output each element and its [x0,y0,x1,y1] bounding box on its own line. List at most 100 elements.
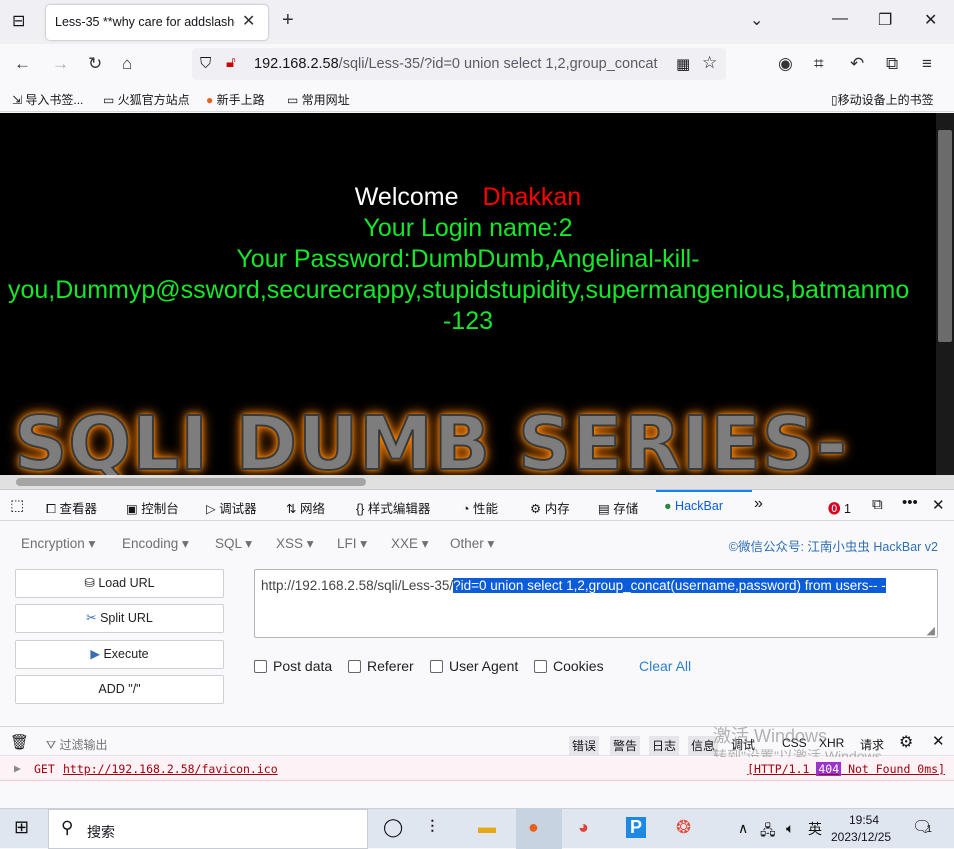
menu-lfi-label: LFI [337,536,357,551]
address-bar[interactable]: ⛉ 🔓︎ 192.168.2.58/sqli/Less-35/?id=0 uni… [192,48,726,80]
bookmark-firefox-site[interactable]: ▭ 火狐官方站点 [103,91,190,108]
clock-date[interactable]: 2023/12/25 [831,830,891,844]
qr-code-icon[interactable]: ▦ [676,55,690,73]
post-data-checkbox[interactable]: Post data [254,658,332,674]
tab-hackbar[interactable]: ● HackBar [656,490,752,521]
back-icon[interactable]: ← [14,54,31,74]
clock-time[interactable]: 19:54 [849,813,879,827]
referer-checkbox[interactable]: Referer [348,658,414,674]
windows-start-icon[interactable]: ⊞ [14,817,29,838]
tab-list-icon[interactable]: ⊟ [12,11,25,31]
play-icon: ▶ [90,647,100,661]
menu-encryption[interactable]: Encryption ▾ [21,536,95,552]
execute-button[interactable]: ▶ Execute [15,640,224,669]
level-errors[interactable]: 错误 [569,736,600,755]
menu-encoding[interactable]: Encoding ▾ [122,536,189,552]
home-icon[interactable]: ⌂ [122,54,132,74]
element-picker-icon[interactable]: ⬚ [10,496,24,514]
level-warnings[interactable]: 警告 [610,736,641,755]
load-url-button[interactable]: ⛁ Load URL [15,569,224,598]
hackbar-url-input[interactable]: http://192.168.2.58/sqli/Less-35/?id=0 u… [254,569,938,638]
console-error-row[interactable]: ▶ GET http://192.168.2.58/favicon.ico [H… [0,757,954,781]
clear-all-link[interactable]: Clear All [639,658,691,674]
hackbar-brand[interactable]: ©微信公众号: 江南小虫虫 HackBar v2 [729,536,938,555]
load-url-icon: ⛁ [84,576,95,590]
widgets-icon[interactable]: ⫶ [430,817,435,838]
show-hidden-icons[interactable]: ∧ [738,820,748,837]
firefox-taskbar-icon[interactable]: ● [516,809,562,849]
resize-handle-icon[interactable]: ◢ [927,624,935,637]
account-icon[interactable]: ◉ [778,54,793,74]
style-editor-icon: {} [356,502,365,516]
referer-label: Referer [367,658,414,674]
bookmark-getting-started[interactable]: ● 新手上路 [206,91,265,108]
bookmark-common-sites[interactable]: ▭ 常用网址 [287,91,350,108]
undo-icon[interactable]: ↶ [850,54,864,74]
tab-performance[interactable]: ◔ 性能 [462,498,498,517]
error-count-badge[interactable]: ⓿ 1 [828,498,851,517]
screenshot-icon[interactable]: ⌗ [814,54,824,74]
horizontal-scroll-thumb[interactable] [16,478,366,486]
tab-memory[interactable]: ⚙ 内存 [530,498,570,517]
bookmark-star-icon[interactable]: ☆ [702,53,717,73]
notification-icon[interactable]: 🗨︎1 [912,817,932,837]
cookies-checkbox[interactable]: Cookies [534,658,604,674]
dock-side-icon[interactable]: ⧉ [872,496,883,513]
cookies-box[interactable] [534,660,547,673]
p-app-icon[interactable]: P [626,817,647,838]
level-logs[interactable]: 日志 [649,736,680,755]
vertical-scroll-thumb[interactable] [938,130,952,342]
tab-inspector[interactable]: ⧠ 查看器 [46,498,97,517]
window-close-icon[interactable]: ✕ [924,10,937,30]
tab-hackbar-label: HackBar [675,499,723,513]
tab-style-editor[interactable]: {} 样式编辑器 [356,498,430,517]
more-tabs-icon[interactable]: » [754,495,763,513]
tab-close-icon[interactable]: ✕ [242,11,255,31]
user-agent-box[interactable] [430,660,443,673]
menu-lfi[interactable]: LFI ▾ [337,536,367,552]
user-agent-checkbox[interactable]: User Agent [430,658,518,674]
referer-box[interactable] [348,660,361,673]
task-view-icon[interactable]: ◯ [383,817,403,838]
colorful-app-icon[interactable]: ❂ [676,817,691,838]
extensions-icon[interactable]: ⧉ [886,54,898,74]
chrome-icon[interactable]: ◕ [578,817,589,838]
insecure-lock-icon[interactable]: 🔓︎ [226,54,236,71]
ime-indicator[interactable]: 英 [808,819,822,839]
bookmark-import[interactable]: ⇲ 导入书签... [12,91,83,108]
menu-xxe[interactable]: XXE ▾ [391,536,429,552]
menu-sql[interactable]: SQL ▾ [215,536,252,552]
expand-arrow-icon[interactable]: ▶ [14,761,21,775]
volume-icon[interactable]: 🔈︎ [786,820,794,837]
menu-other[interactable]: Other ▾ [450,536,494,552]
console-settings-icon[interactable]: ⚙ [899,732,913,752]
menu-icon[interactable]: ≡ [922,54,932,74]
reload-icon[interactable]: ↻ [88,54,102,74]
new-tab-icon[interactable]: + [282,9,294,32]
devtools-close-icon[interactable]: ✕ [932,496,945,514]
console-close-icon[interactable]: ✕ [932,732,945,750]
taskbar-search[interactable]: ⚲ 搜索 [48,809,368,849]
tab-console[interactable]: ▣ 控制台 [126,498,179,517]
error-status[interactable]: [HTTP/1.1 404 Not Found 0ms] [747,762,945,776]
tab-storage[interactable]: ▤ 存储 [598,498,638,517]
list-all-tabs-icon[interactable]: ⌄ [750,10,763,30]
restore-icon[interactable]: ❐ [878,10,892,30]
shield-icon[interactable]: ⛉ [200,55,211,72]
menu-xss[interactable]: XSS ▾ [276,536,314,552]
bookmark-mobile[interactable]: ▯移动设备上的书签 [831,91,934,108]
forward-icon[interactable]: → [52,54,69,74]
minimize-icon[interactable]: — [832,10,848,28]
tab-network[interactable]: ⇅ 网络 [286,498,325,517]
network-tray-icon[interactable]: 🖧︎ [760,820,776,844]
browser-tab[interactable]: Less-35 **why care for addslashe ✕ [46,5,268,40]
more-options-icon[interactable]: ••• [902,494,918,511]
trash-icon[interactable]: 🗑︎ [10,733,29,751]
tab-debugger[interactable]: ▷ 调试器 [206,498,257,517]
error-url[interactable]: http://192.168.2.58/favicon.ico [63,762,278,776]
file-explorer-icon[interactable]: ▬ [478,817,496,838]
split-url-button[interactable]: ✂ Split URL [15,604,224,633]
post-data-box[interactable] [254,660,267,673]
filter-output[interactable]: ⛛ 过滤输出 [46,736,107,753]
add-slash-button[interactable]: ADD "/" [15,675,224,704]
